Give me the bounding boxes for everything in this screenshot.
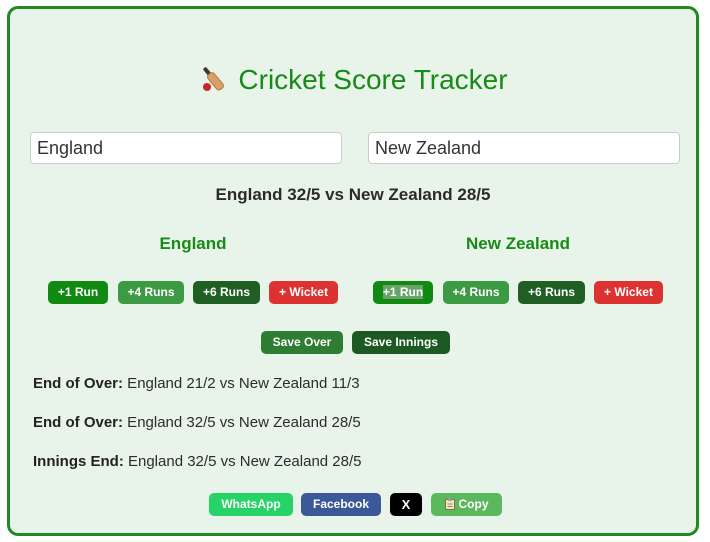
share-facebook-button[interactable]: Facebook xyxy=(301,493,381,516)
score-summary: England 32/5 vs New Zealand 28/5 xyxy=(215,185,491,204)
copy-button[interactable]: Copy xyxy=(431,493,502,516)
team-b-add-6-runs-button[interactable]: +6 Runs xyxy=(518,281,585,304)
team-b-add-1-run-button[interactable]: +1 Run xyxy=(373,281,433,304)
team-b-heading: New Zealand xyxy=(466,234,570,253)
save-over-button[interactable]: Save Over xyxy=(261,331,343,354)
team-a-heading: England xyxy=(159,234,227,253)
team-a-add-wicket-button[interactable]: + Wicket xyxy=(269,281,338,304)
save-innings-button[interactable]: Save Innings xyxy=(352,331,450,354)
team-a-add-6-runs-button[interactable]: +6 Runs xyxy=(193,281,260,304)
share-whatsapp-button[interactable]: WhatsApp xyxy=(209,493,293,516)
team-a-add-4-runs-button[interactable]: +4 Runs xyxy=(118,281,184,304)
log-entry-text: England 32/5 vs New Zealand 28/5 xyxy=(123,414,361,431)
score-tracker-card: Cricket Score Tracker England 32/5 vs Ne… xyxy=(7,6,699,536)
cricket-bat-icon xyxy=(203,67,225,91)
log-entry-label: End of Over: xyxy=(33,414,124,431)
team-a-add-1-run-button[interactable]: +1 Run xyxy=(48,281,108,304)
team-b-add-4-runs-button[interactable]: +4 Runs xyxy=(443,281,509,304)
log-entry: End of Over: England 32/5 vs New Zealand… xyxy=(33,414,361,431)
team-b-add-wicket-button[interactable]: + Wicket xyxy=(594,281,663,304)
log-entry-label: Innings End: xyxy=(33,453,124,470)
clipboard-icon xyxy=(444,498,455,510)
team-b-add-1-run-label: +1 Run xyxy=(382,285,424,299)
log-entry-label: End of Over: xyxy=(33,375,124,392)
log-entry-text: England 21/2 vs New Zealand 11/3 xyxy=(123,375,360,392)
page-title-text: Cricket Score Tracker xyxy=(238,64,508,95)
share-x-button[interactable]: X xyxy=(390,493,422,516)
team-a-name-input[interactable] xyxy=(30,132,342,164)
log-entry-text: England 32/5 vs New Zealand 28/5 xyxy=(123,453,362,470)
page-title: Cricket Score Tracker xyxy=(10,63,696,96)
team-b-name-input[interactable] xyxy=(368,132,680,164)
copy-button-label: Copy xyxy=(458,497,489,511)
log-entry: End of Over: England 21/2 vs New Zealand… xyxy=(33,375,360,392)
log-entry: Innings End: England 32/5 vs New Zealand… xyxy=(33,453,361,470)
